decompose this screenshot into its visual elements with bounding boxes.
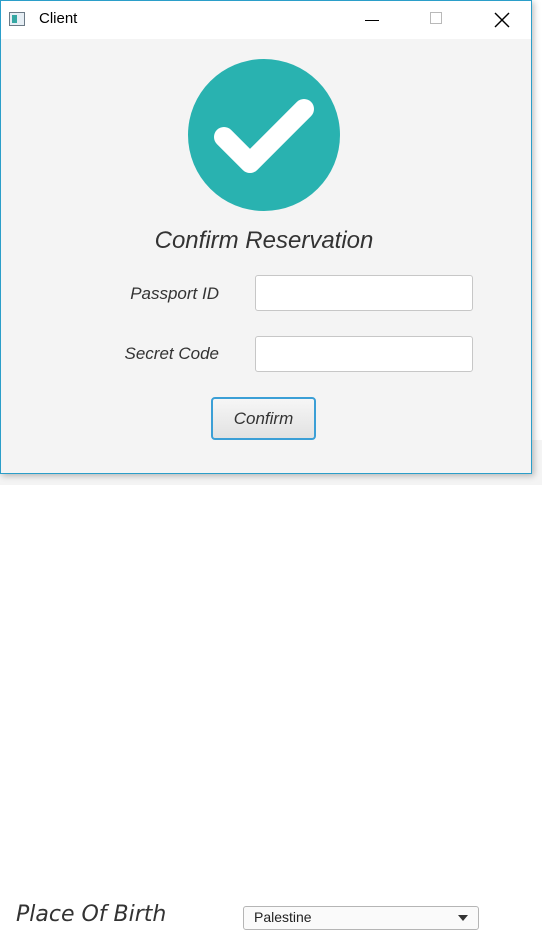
title-bar[interactable]: Client bbox=[1, 1, 531, 39]
window-title: Client bbox=[39, 10, 78, 27]
place-of-birth-select[interactable]: Palestine bbox=[243, 906, 479, 930]
close-button[interactable] bbox=[479, 1, 525, 39]
app-icon bbox=[9, 12, 25, 26]
minimize-button[interactable] bbox=[347, 1, 393, 39]
close-icon bbox=[494, 12, 510, 28]
dialog-heading: Confirm Reservation bbox=[1, 227, 531, 255]
place-of-birth-label: Place Of Birth bbox=[16, 902, 167, 927]
dialog-heading-text: Confirm Reservation bbox=[154, 227, 374, 254]
maximize-icon bbox=[430, 12, 442, 24]
maximize-button[interactable] bbox=[413, 1, 459, 39]
chevron-down-icon bbox=[458, 915, 468, 921]
minimize-icon bbox=[365, 20, 379, 21]
check-circle-icon bbox=[188, 59, 340, 211]
secret-code-input[interactable] bbox=[255, 336, 473, 372]
confirm-button[interactable]: Confirm bbox=[211, 397, 316, 440]
secret-code-label: Secret Code bbox=[124, 344, 220, 363]
passport-id-input[interactable] bbox=[255, 275, 473, 311]
passport-id-label: Passport ID bbox=[130, 284, 219, 303]
client-window: Client Confirm Reservation Passport ID S… bbox=[0, 0, 532, 474]
place-of-birth-select-value: Palestine bbox=[254, 909, 312, 925]
